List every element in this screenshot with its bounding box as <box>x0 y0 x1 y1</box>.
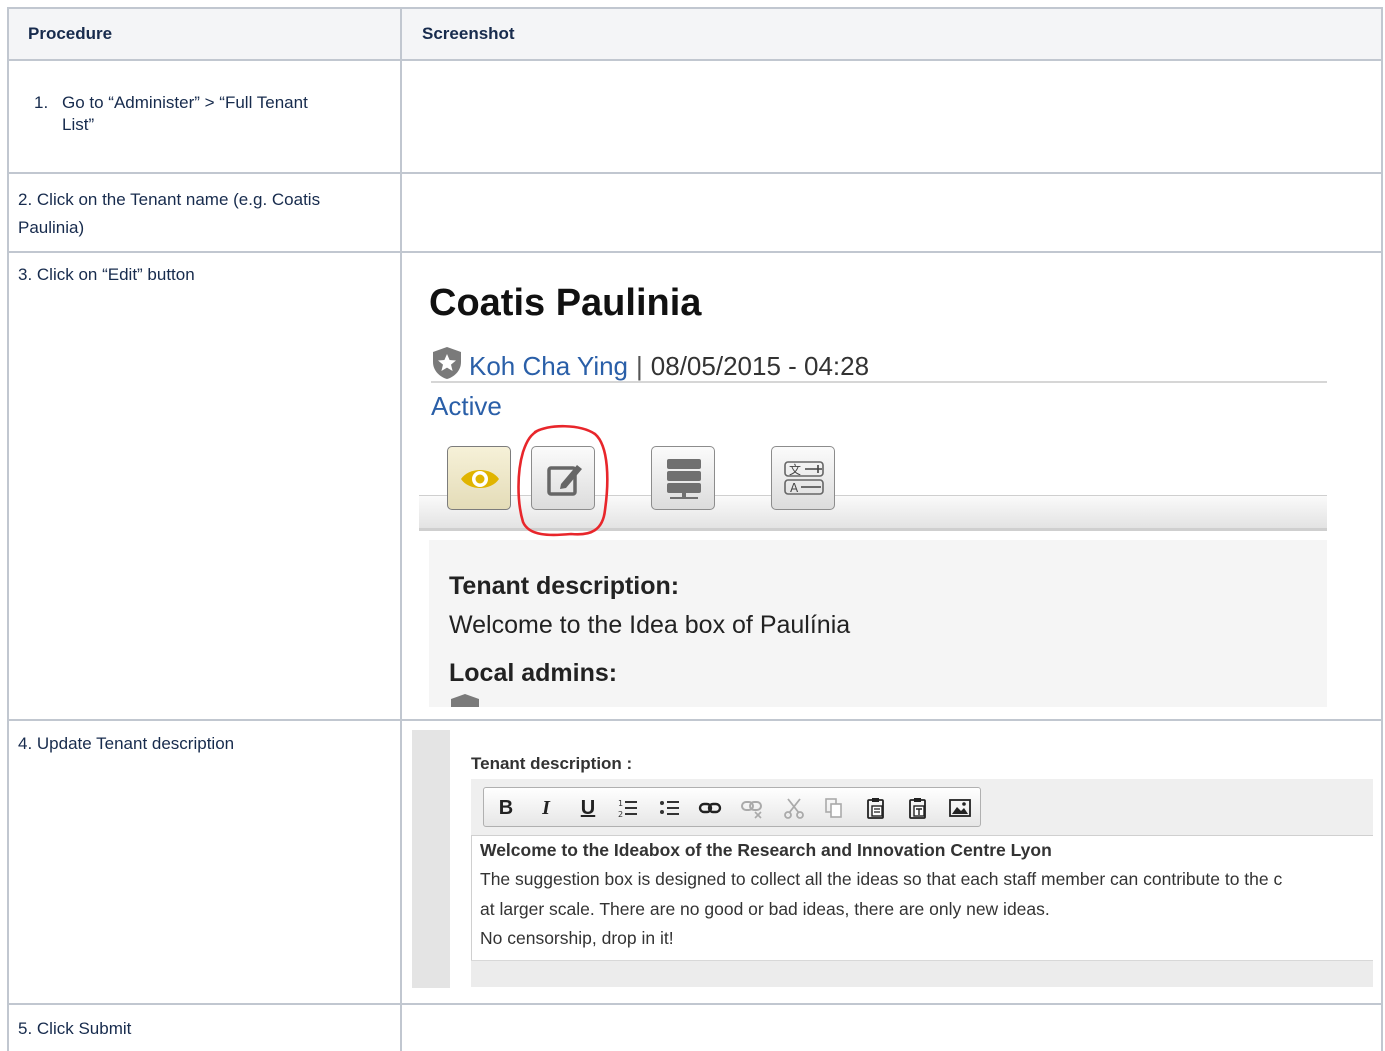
bulleted-list-button[interactable] <box>658 796 682 820</box>
step-2-line-1: 2. Click on the Tenant name (e.g. Coatis <box>18 190 321 209</box>
image-button[interactable] <box>948 796 972 820</box>
translate-icon: 文 A <box>784 461 824 495</box>
svg-text:文: 文 <box>789 462 801 477</box>
screenshot-description-editor: Tenant description : B I U 1 2 Welcome t… <box>411 730 1373 992</box>
step-3-text: 3. Click on “Edit” button <box>18 265 195 284</box>
cut-button[interactable] <box>782 796 806 820</box>
step-2-line-2: Paulinia) <box>18 218 85 237</box>
editor-gutter <box>412 730 450 988</box>
numbered-list-icon: 1 2 <box>618 799 637 819</box>
link-button[interactable] <box>698 796 722 820</box>
svg-text:A: A <box>790 481 799 495</box>
step-4-text: 4. Update Tenant description <box>18 734 235 753</box>
svg-text:1: 1 <box>618 799 623 808</box>
row-divider <box>7 1003 1383 1005</box>
tab-translate[interactable]: 文 A <box>771 446 835 510</box>
title-divider <box>431 381 1327 383</box>
tenant-status: Active <box>431 391 502 421</box>
paste-button[interactable] <box>864 796 888 820</box>
admin-shield-icon <box>449 693 481 707</box>
table-border-top <box>7 7 1383 9</box>
unlink-icon <box>741 801 762 819</box>
screenshot-tenant-page: Coatis Paulinia Koh Cha Ying | 08/05/2015 … <box>411 270 1341 707</box>
paste-text-button[interactable] <box>906 796 930 820</box>
row-divider <box>7 251 1383 253</box>
row-divider <box>7 719 1383 721</box>
bold-button[interactable]: B <box>494 796 518 820</box>
editor-content-line: The suggestion box is designed to collec… <box>480 869 1283 889</box>
editor-content-title: Welcome to the Ideabox of the Research a… <box>480 840 1052 860</box>
step-2-text: 2. Click on the Tenant name (e.g. Coatis… <box>18 186 320 242</box>
tab-structure[interactable] <box>651 446 715 510</box>
unlink-button[interactable] <box>740 796 764 820</box>
tenant-info-panel: Tenant description: Welcome to the Idea … <box>429 540 1327 707</box>
admins-heading: Local admins: <box>449 659 618 687</box>
step-5-text: 5. Click Submit <box>18 1019 132 1038</box>
scissors-icon <box>784 798 804 819</box>
paste-icon <box>867 798 884 819</box>
editor-toolbar: B I U 1 2 <box>483 787 981 827</box>
bulleted-list-icon <box>660 801 679 815</box>
svg-text:2: 2 <box>618 810 623 819</box>
editor-label: Tenant description : <box>471 754 633 773</box>
copy-button[interactable] <box>822 796 846 820</box>
header-procedure: Procedure <box>28 24 113 43</box>
eye-icon <box>461 470 499 488</box>
link-icon <box>698 802 722 814</box>
highlight-circle <box>517 424 609 537</box>
row-divider <box>7 59 1383 61</box>
step-1-line-1: Go to “Administer” > “Full Tenant <box>62 93 308 112</box>
image-icon <box>949 799 971 817</box>
step-1-text: Go to “Administer” > “Full Tenant List” <box>62 92 308 136</box>
server-stack-icon <box>667 459 701 499</box>
step-1-line-2: List” <box>62 115 95 134</box>
description-text: Welcome to the Idea box of Paulínia <box>449 611 851 639</box>
author-link[interactable]: Koh Cha Ying <box>469 351 628 381</box>
meta-separator: | <box>636 351 643 381</box>
tab-view[interactable] <box>447 446 511 510</box>
row-divider <box>7 172 1383 174</box>
copy-icon <box>825 798 842 818</box>
table-border-left <box>7 7 9 1051</box>
numbered-list-button[interactable]: 1 2 <box>616 796 640 820</box>
editor-content-line: at larger scale. There are no good or ba… <box>480 899 1050 919</box>
paste-text-icon <box>909 798 926 819</box>
tenant-title: Coatis Paulinia <box>429 282 702 324</box>
editor-status-bar <box>471 960 1373 987</box>
table-header-row <box>7 7 1383 60</box>
description-heading: Tenant description: <box>449 572 680 600</box>
table-border-right <box>1381 7 1383 1051</box>
editor-content-line: No censorship, drop in it! <box>480 928 674 948</box>
post-datetime: 08/05/2015 - 04:28 <box>650 351 870 381</box>
underline-button[interactable]: U <box>576 796 600 820</box>
header-screenshot: Screenshot <box>422 24 515 43</box>
step-1-number: 1. <box>34 93 49 112</box>
italic-button[interactable]: I <box>534 796 558 820</box>
column-divider <box>400 7 402 1051</box>
description-editor[interactable]: Welcome to the Ideabox of the Research a… <box>471 836 1373 961</box>
